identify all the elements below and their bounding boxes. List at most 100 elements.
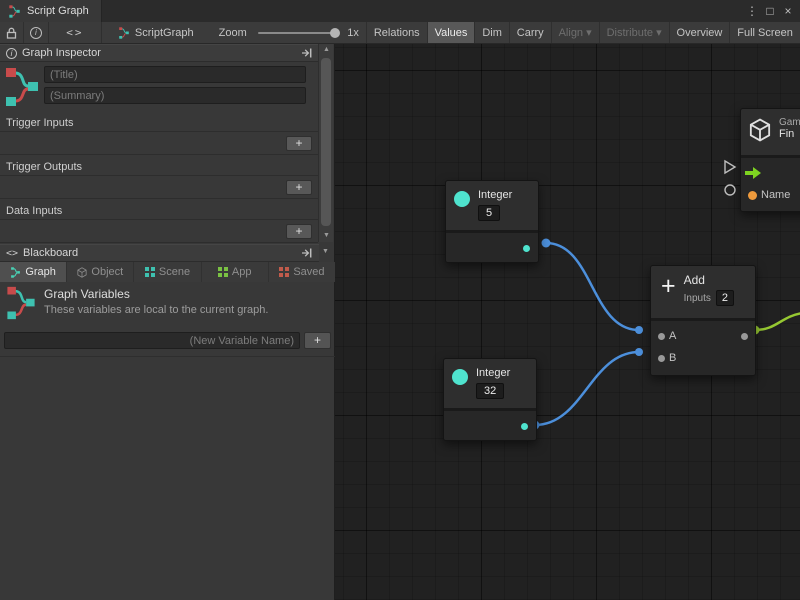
info-icon: i (6, 48, 17, 59)
carry-button[interactable]: Carry (510, 22, 551, 43)
object-scope-icon (77, 267, 87, 278)
window-maximize-button[interactable]: □ (762, 4, 778, 18)
distribute-button[interactable]: Distribute ▾ (600, 22, 669, 43)
zoom-label: Zoom (212, 22, 254, 43)
zoom-value: 1x (340, 22, 366, 43)
lock-button[interactable] (0, 22, 23, 43)
dock-icon[interactable] (302, 248, 313, 258)
relations-button[interactable]: Relations (367, 22, 427, 43)
wire-endpoint (635, 326, 643, 334)
node-add[interactable]: + Add Inputs 2 A (650, 265, 756, 376)
integer-value-field[interactable]: 32 (476, 383, 504, 399)
flow-input-indicator-icon[interactable] (722, 159, 738, 175)
node-integer-5[interactable]: Integer 5 (445, 180, 539, 263)
graph-inspector-title: Graph Inspector (22, 47, 101, 59)
graph-canvas[interactable]: Integer 5 Integer 32 (335, 44, 800, 600)
dock-icon[interactable] (302, 48, 313, 58)
inputs-count-field[interactable]: 2 (716, 290, 734, 306)
variables-icon: <> (6, 248, 18, 259)
zoom-slider-knob[interactable] (330, 28, 340, 38)
fullscreen-button[interactable]: Full Screen (730, 22, 800, 43)
node-title: Integer (478, 189, 512, 201)
align-button[interactable]: Align ▾ (552, 22, 599, 43)
scroll-up-icon[interactable]: ▲ (319, 44, 334, 56)
node-title: Fin (779, 128, 800, 140)
integer-type-icon (452, 369, 468, 385)
lock-icon (6, 27, 17, 39)
window-menu-button[interactable]: ⋮ (744, 4, 760, 18)
output-port[interactable] (521, 423, 528, 430)
graph-name: ScriptGraph (135, 27, 194, 39)
variable-scope-tabs: Graph Object Scene (0, 262, 335, 282)
port-label: Name (761, 189, 790, 201)
wire-add-output[interactable] (755, 313, 800, 330)
blackboard-header: <> Blackboard (0, 244, 319, 262)
saved-scope-icon (279, 267, 289, 277)
flow-arrow-icon[interactable] (745, 167, 761, 179)
tab-scene[interactable]: Scene (134, 262, 200, 282)
gameobject-cube-icon (749, 118, 771, 142)
add-trigger-output-button[interactable]: + (286, 180, 312, 195)
blackboard-title: Blackboard (23, 247, 78, 259)
values-button[interactable]: Values (428, 22, 475, 43)
window-title: Script Graph (27, 5, 89, 17)
input-port-a[interactable] (658, 333, 665, 340)
tab-app[interactable]: App (202, 262, 268, 282)
script-graph-window: Script Graph ⋮ □ × i <> (0, 0, 800, 600)
new-variable-input[interactable] (4, 332, 300, 349)
graph-variables-title: Graph Variables (44, 287, 130, 301)
graph-type-icon (5, 67, 39, 107)
section-trigger-outputs-label: Trigger Outputs (0, 158, 318, 176)
section-trigger-inputs-label: Trigger Inputs (0, 114, 318, 132)
wire-int1-to-add-a[interactable] (546, 243, 639, 330)
add-variable-button[interactable]: + (304, 332, 331, 349)
edit-graph-button[interactable]: <> (49, 22, 101, 43)
chevron-down-icon: ▾ (586, 26, 592, 39)
integer-type-icon (454, 191, 470, 207)
window-tab-script-graph[interactable]: Script Graph (0, 0, 102, 22)
port-row-b: B (651, 347, 755, 369)
graph-title-field[interactable] (44, 66, 306, 83)
output-port[interactable] (741, 333, 748, 340)
trigger-inputs-list: + (0, 133, 318, 155)
graph-toolbar: i <> ScriptGraph Zoom 1x Relations Value… (0, 22, 800, 44)
node-title: Integer (476, 367, 510, 379)
sidebar: i Graph Inspector Trigger Inputs (0, 44, 335, 600)
script-graph-icon (8, 5, 21, 18)
wire-endpoint (635, 348, 643, 356)
graph-icon (118, 27, 130, 39)
wire-endpoint (542, 239, 551, 248)
wire-int2-to-add-b[interactable] (535, 352, 639, 425)
section-data-inputs-label: Data Inputs (0, 202, 318, 220)
info-icon: i (30, 27, 42, 39)
scroll-down-icon[interactable]: ▼ (319, 230, 334, 242)
input-port-name[interactable] (748, 191, 757, 200)
info-button[interactable]: i (24, 22, 48, 43)
graph-summary-field[interactable] (44, 87, 306, 104)
scrollbar-thumb[interactable] (321, 58, 331, 226)
overview-button[interactable]: Overview (670, 22, 730, 43)
add-data-input-button[interactable]: + (286, 224, 312, 239)
node-subtitle: Gam (779, 117, 800, 128)
node-gameobject-find[interactable]: Gam Fin Name (740, 108, 800, 212)
output-port[interactable] (523, 245, 530, 252)
zoom-slider[interactable] (258, 32, 337, 34)
node-title: Add (684, 273, 734, 287)
code-icon: <> (66, 26, 83, 39)
integer-value-field[interactable]: 5 (478, 205, 500, 221)
add-trigger-input-button[interactable]: + (286, 136, 312, 151)
tab-saved[interactable]: Saved (269, 262, 335, 282)
scroll-down-icon[interactable]: ▼ (318, 246, 333, 258)
graph-name-chip[interactable]: ScriptGraph (110, 22, 202, 43)
value-input-indicator-icon[interactable] (723, 183, 737, 197)
dim-button[interactable]: Dim (475, 22, 509, 43)
graph-variables-description: These variables are local to the current… (44, 304, 268, 316)
tab-object[interactable]: Object (67, 262, 133, 282)
node-integer-32[interactable]: Integer 32 (443, 358, 537, 441)
window-close-button[interactable]: × (780, 4, 796, 18)
tab-graph[interactable]: Graph (0, 262, 66, 282)
name-port-row: Name (741, 184, 800, 206)
flow-port-row (741, 162, 800, 184)
input-port-b[interactable] (658, 355, 665, 362)
inspector-scrollbar[interactable]: ▲ ▼ (318, 44, 333, 242)
